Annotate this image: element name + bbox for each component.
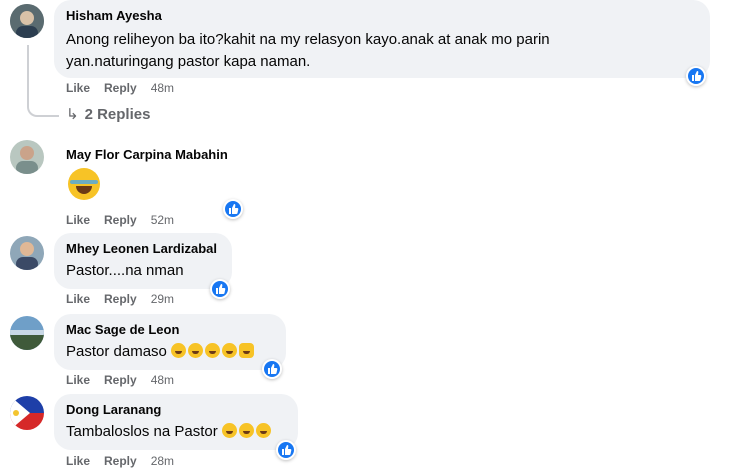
thumbs-up-icon <box>268 364 278 374</box>
reply-button[interactable]: Reply <box>104 454 137 468</box>
comment-text: Anong reliheyon ba ito?kahit na my relas… <box>66 31 550 48</box>
laughing-emoji-icon <box>68 168 100 200</box>
comment-actions: Like Reply 48m <box>66 80 174 96</box>
comment-text: Pastor....na nman <box>66 262 184 279</box>
comment-actions: Like Reply 29m <box>66 291 174 307</box>
thumbs-up-icon <box>216 284 226 294</box>
comment-timestamp[interactable]: 48m <box>151 81 174 95</box>
like-reaction-badge[interactable] <box>210 279 230 299</box>
avatar[interactable] <box>10 396 44 430</box>
comment-text: Tambaloslos na Pastor <box>66 421 286 443</box>
comment-author[interactable]: Dong Laranang <box>66 401 286 418</box>
comment-author[interactable]: May Flor Carpina Mabahin <box>66 146 228 163</box>
thumbs-up-icon <box>692 71 702 81</box>
avatar[interactable] <box>10 316 44 350</box>
rolling-laughing-emoji-icon <box>205 343 221 358</box>
like-button[interactable]: Like <box>66 213 90 227</box>
comment-author[interactable]: Mac Sage de Leon <box>66 321 274 338</box>
comment-timestamp[interactable]: 29m <box>151 292 174 306</box>
comment-text-content: Tambaloslos na Pastor <box>66 423 218 440</box>
comment-actions: Like Reply 48m <box>66 372 174 388</box>
crying-emoji-icon <box>221 423 237 438</box>
like-reaction-badge[interactable] <box>223 199 243 219</box>
rolling-laughing-emoji-icon <box>222 343 238 358</box>
reply-button[interactable]: Reply <box>104 373 137 387</box>
comment-timestamp[interactable]: 28m <box>151 454 174 468</box>
like-button[interactable]: Like <box>66 292 90 306</box>
reply-button[interactable]: Reply <box>104 292 137 306</box>
avatar[interactable] <box>10 140 44 174</box>
comment-text-content: Pastor damaso <box>66 343 167 360</box>
comment-actions: Like Reply 52m <box>66 212 174 228</box>
rolling-laughing-emoji-icon <box>188 343 204 358</box>
reply-arrow-icon: ↳ <box>66 106 79 123</box>
comment-actions: Like Reply 28m <box>66 453 174 469</box>
replies-count: 2 Replies <box>84 106 151 123</box>
comment-text-continued: yan.naturingang pastor kapa naman. <box>66 53 311 70</box>
like-button[interactable]: Like <box>66 81 90 95</box>
laughing-emoji-icon <box>255 423 271 438</box>
avatar[interactable] <box>10 4 44 38</box>
comment-timestamp[interactable]: 48m <box>151 373 174 387</box>
like-button[interactable]: Like <box>66 454 90 468</box>
like-reaction-badge[interactable] <box>276 440 296 460</box>
like-button[interactable]: Like <box>66 373 90 387</box>
view-replies-link[interactable]: ↳ 2 Replies <box>66 105 150 123</box>
reply-button[interactable]: Reply <box>104 81 137 95</box>
comment-author[interactable]: Mhey Leonen Lardizabal <box>66 240 220 257</box>
avatar[interactable] <box>10 236 44 270</box>
crying-emoji-icon <box>238 423 254 438</box>
comment-bubble: Dong Laranang Tambaloslos na Pastor <box>54 394 298 450</box>
comment-timestamp[interactable]: 52m <box>151 213 174 227</box>
thumbs-up-icon <box>229 204 239 214</box>
comment-bubble: Hisham Ayesha Anong reliheyon ba ito?kah… <box>54 0 710 78</box>
reply-button[interactable]: Reply <box>104 213 137 227</box>
like-reaction-badge[interactable] <box>262 359 282 379</box>
rolling-laughing-emoji-icon <box>171 343 187 358</box>
clapping-hands-emoji-icon <box>239 343 255 358</box>
comment-text: Pastor damaso <box>66 341 274 363</box>
comment-bubble: Mhey Leonen Lardizabal Pastor....na nman <box>54 233 232 289</box>
comment-author[interactable]: Hisham Ayesha <box>66 7 698 24</box>
thumbs-up-icon <box>282 445 292 455</box>
like-reaction-badge[interactable] <box>686 66 706 86</box>
comment-bubble: Mac Sage de Leon Pastor damaso <box>54 314 286 370</box>
